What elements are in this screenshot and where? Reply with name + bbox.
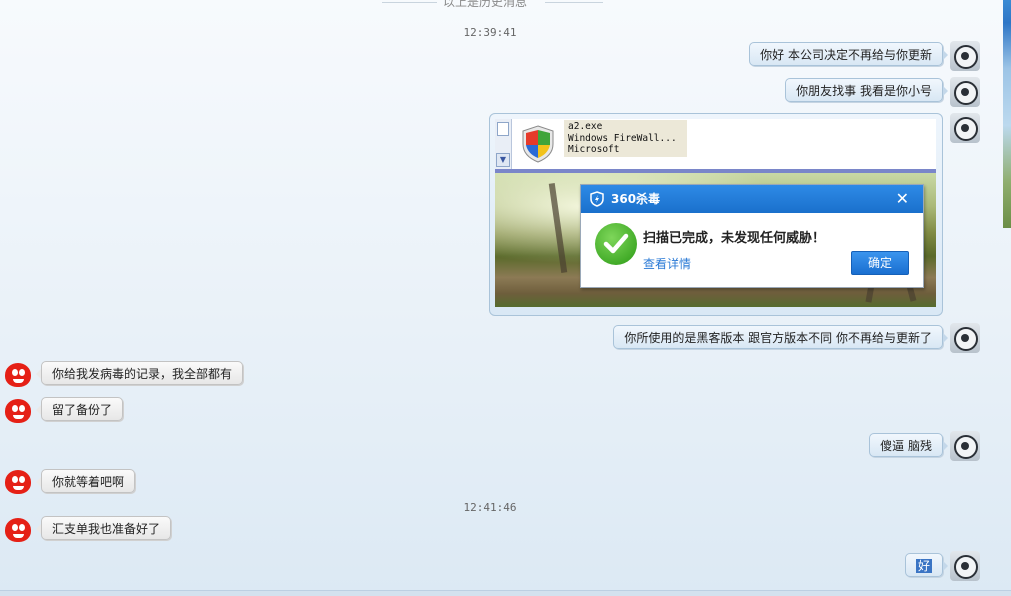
publisher-name: Microsoft (568, 144, 620, 155)
avatar-self[interactable] (950, 41, 980, 71)
divider-line-left (382, 2, 437, 3)
side-panel-edge (1003, 0, 1011, 228)
message-bubble-received[interactable]: 你就等着吧啊 (35, 469, 136, 493)
scan-result-message: 扫描已完成，未发现任何威胁！ (643, 231, 826, 246)
details-link: 查看详情 (643, 257, 692, 271)
program-name: Windows FireWall... (568, 132, 677, 144)
message-bubble-sent[interactable]: 傻逼 脑残 (869, 433, 948, 457)
firewall-panel: ▼ a2.exe Windows FireWall... Microsoft (495, 119, 936, 173)
tree-trunk (548, 183, 568, 273)
selected-text[interactable]: 好 (915, 559, 932, 573)
file-name: a2.exe (568, 121, 603, 132)
ok-button: 确定 (851, 251, 909, 275)
message-bubble-sent[interactable]: 你好 本公司决定不再给与你更新 (749, 42, 948, 66)
avatar-self[interactable] (950, 113, 980, 143)
antivirus-dialog: 360杀毒 ✕ 扫描已完成，未发现任何威胁！ 查看详情 确定 (580, 184, 924, 288)
close-icon: ✕ (895, 189, 909, 208)
checkbox-icon (497, 122, 509, 136)
checkmark-icon (595, 223, 637, 265)
message-bubble-received[interactable]: 你给我发病毒的记录，我全部都有 (35, 361, 244, 385)
avatar-self[interactable] (950, 431, 980, 461)
avatar-self[interactable] (950, 551, 980, 581)
message-bubble-sent[interactable]: 好 (904, 553, 949, 577)
shield-lightning-icon (590, 191, 604, 207)
avatar-contact[interactable] (3, 466, 33, 496)
avatar-self[interactable] (950, 77, 980, 107)
message-bubble-received[interactable]: 留了备份了 (35, 397, 124, 421)
message-bubble-received[interactable]: 汇支单我也准备好了 (35, 516, 172, 540)
image-message[interactable]: ▼ a2.exe Windows FireWall... Microsoft 3… (489, 113, 943, 316)
avatar-contact[interactable] (3, 395, 33, 425)
windows-shield-icon (522, 125, 554, 163)
dialog-titlebar: 360杀毒 ✕ (581, 185, 923, 213)
message-bubble-sent[interactable]: 你所使用的是黑客版本 跟官方版本不同 你不再给与更新了 (613, 325, 948, 349)
message-bubble-sent[interactable]: 你朋友找事 我看是你小号 (785, 78, 948, 102)
screenshot-image[interactable]: ▼ a2.exe Windows FireWall... Microsoft 3… (495, 119, 936, 307)
timestamp: 12:41:46 (463, 501, 517, 514)
history-label: 以上是历史消息 (443, 0, 528, 9)
avatar-contact[interactable] (3, 359, 33, 389)
chevron-down-icon: ▼ (496, 153, 510, 167)
avatar-contact[interactable] (3, 514, 33, 544)
dialog-title: 360杀毒 (611, 192, 661, 206)
scrollbar: ▼ (495, 119, 512, 169)
timestamp: 12:39:41 (463, 26, 517, 39)
bottom-border (0, 590, 1011, 596)
divider-line-right (545, 2, 603, 3)
firewall-info: a2.exe Windows FireWall... Microsoft (564, 120, 687, 157)
avatar-self[interactable] (950, 323, 980, 353)
